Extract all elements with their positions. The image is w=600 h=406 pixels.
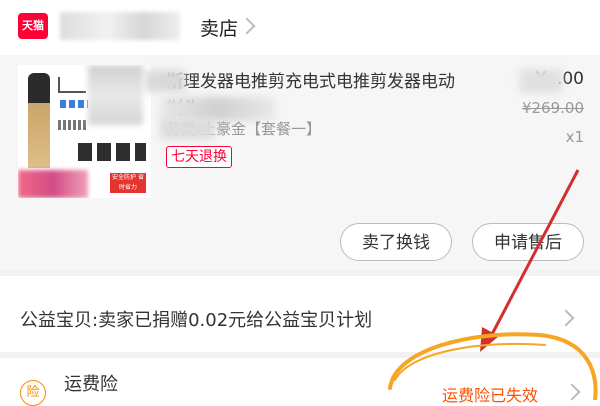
tmall-logo-icon: 天猫 xyxy=(18,13,48,39)
product-card[interactable]: 安全防护 省时省力 斯理发器电推剪充电式电推剪发器电动剃头 分类:土豪金【套餐一… xyxy=(0,55,600,270)
insurance-title: 运费险 xyxy=(64,374,118,395)
hair-clipper-illustration xyxy=(28,73,50,173)
quantity: x1 xyxy=(565,128,584,146)
store-name: 卖店 xyxy=(200,18,239,40)
after-sale-button[interactable]: 申请售后 xyxy=(472,223,584,261)
store-name-redacted xyxy=(60,12,180,40)
image-redacted xyxy=(88,65,143,125)
shipping-insurance-row[interactable]: 险 运费险 运费险已失效 xyxy=(0,358,600,406)
image-brand-redacted xyxy=(18,170,88,198)
sell-button[interactable]: 卖了换钱 xyxy=(340,223,452,261)
price-redacted xyxy=(520,69,562,93)
seven-day-return-badge: 七天退换 xyxy=(166,146,232,168)
accessory-scissors-icon xyxy=(58,77,86,93)
chevron-right-icon xyxy=(563,383,581,401)
charity-row[interactable]: 公益宝贝:卖家已捐赠0.02元给公益宝贝计划 xyxy=(0,276,600,352)
accessory-dots-icon xyxy=(60,100,88,108)
store-header[interactable]: 天猫 卖店 xyxy=(0,0,600,55)
chevron-right-icon xyxy=(238,17,256,35)
product-image[interactable]: 安全防护 省时省力 xyxy=(18,65,151,198)
title-redacted xyxy=(145,70,185,92)
attachment-combs-icon xyxy=(78,143,146,161)
insurance-status: 运费险已失效 xyxy=(442,386,539,405)
original-price: ¥269.00 xyxy=(521,99,584,117)
insurance-icon: 险 xyxy=(20,380,46,406)
chevron-right-icon xyxy=(557,309,575,327)
accessory-comb-icon xyxy=(58,120,88,130)
image-tag: 安全防护 省时省力 xyxy=(110,173,146,193)
sku-redacted xyxy=(160,119,215,139)
charity-text: 公益宝贝:卖家已捐赠0.02元给公益宝贝计划 xyxy=(20,310,373,331)
